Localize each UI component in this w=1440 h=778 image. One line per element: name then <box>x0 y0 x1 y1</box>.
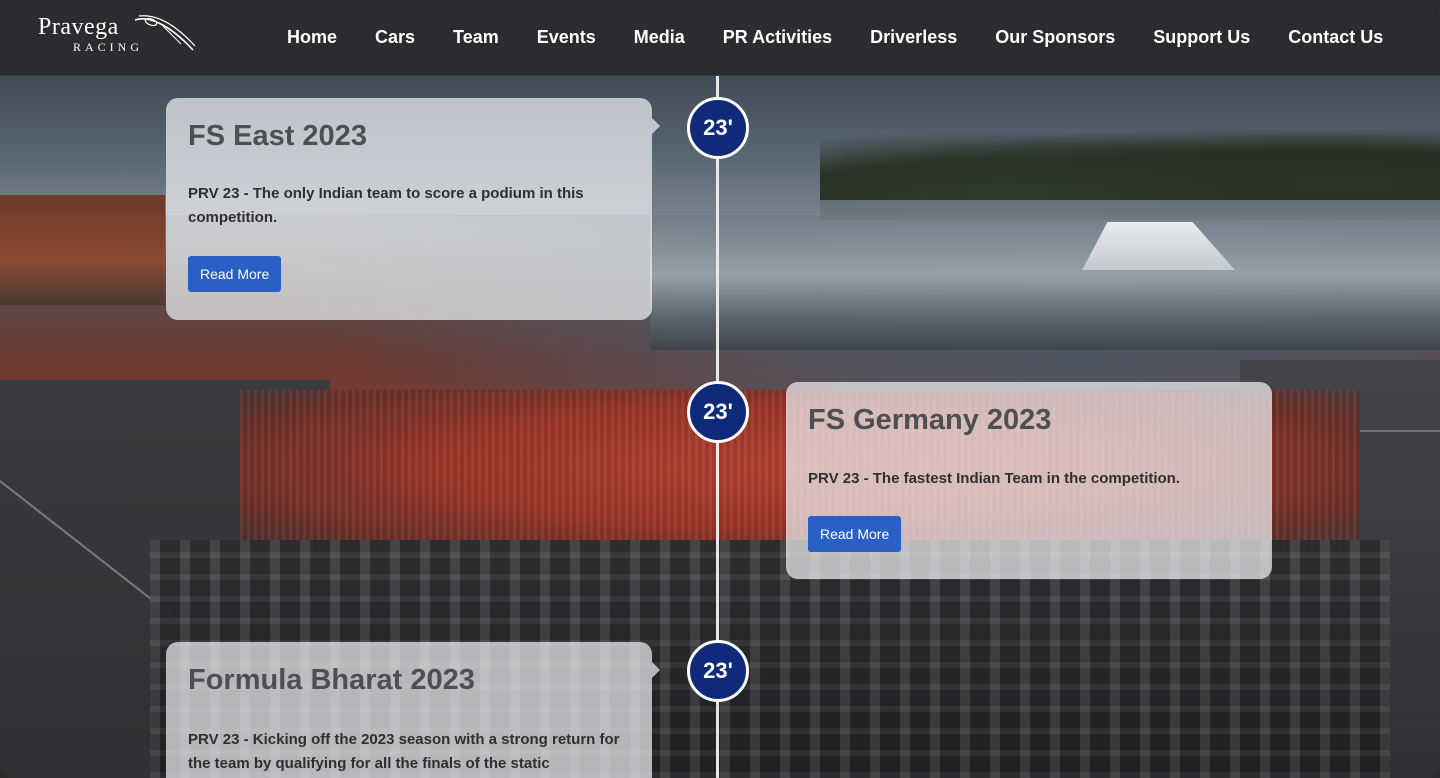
nav-home[interactable]: Home <box>287 27 337 48</box>
nav-team[interactable]: Team <box>453 27 499 48</box>
background-grandstand <box>650 200 1440 350</box>
card-title: FS East 2023 <box>188 120 367 152</box>
card-pointer <box>652 662 660 678</box>
card-title: FS Germany 2023 <box>808 404 1052 436</box>
card-description: PRV 23 - The only Indian team to score a… <box>188 185 584 226</box>
background-building <box>0 195 165 305</box>
nav-media[interactable]: Media <box>634 27 685 48</box>
timeline-card-fs-germany: FS Germany 2023 PRV 23 - The fastest Ind… <box>786 382 1272 579</box>
card-description: PRV 23 - Kicking off the 2023 season wit… <box>188 731 620 772</box>
page-frame: Pravega RACING Home Cars Team Events Med… <box>0 0 1440 778</box>
read-more-button[interactable]: Read More <box>188 256 282 292</box>
year-badge: 23' <box>687 97 749 159</box>
nav-contact-us[interactable]: Contact Us <box>1288 27 1383 48</box>
nav-support-us[interactable]: Support Us <box>1153 27 1250 48</box>
timeline-card-formula-bharat: Formula Bharat 2023 PRV 23 - Kicking off… <box>166 642 660 778</box>
logo-wordmark: Pravega <box>38 14 119 40</box>
card-pointer <box>652 118 660 134</box>
card-description: PRV 23 - The fastest Indian Team in the … <box>808 470 1181 487</box>
card-title: Formula Bharat 2023 <box>188 664 475 696</box>
nav-our-sponsors[interactable]: Our Sponsors <box>995 27 1115 48</box>
site-header: Pravega RACING Home Cars Team Events Med… <box>0 0 1440 76</box>
race-car-logo-icon <box>134 15 196 51</box>
read-more-button[interactable]: Read More <box>808 516 902 552</box>
year-badge: 23' <box>687 640 749 702</box>
nav-driverless[interactable]: Driverless <box>870 27 957 48</box>
nav-pr-activities[interactable]: PR Activities <box>723 27 832 48</box>
site-logo[interactable]: Pravega RACING <box>38 12 198 60</box>
main-nav: Home Cars Team Events Media PR Activitie… <box>287 0 1383 75</box>
timeline-card-fs-east: FS East 2023 PRV 23 - The only Indian te… <box>166 98 660 320</box>
nav-events[interactable]: Events <box>537 27 596 48</box>
nav-cars[interactable]: Cars <box>375 27 415 48</box>
year-badge: 23' <box>687 381 749 443</box>
